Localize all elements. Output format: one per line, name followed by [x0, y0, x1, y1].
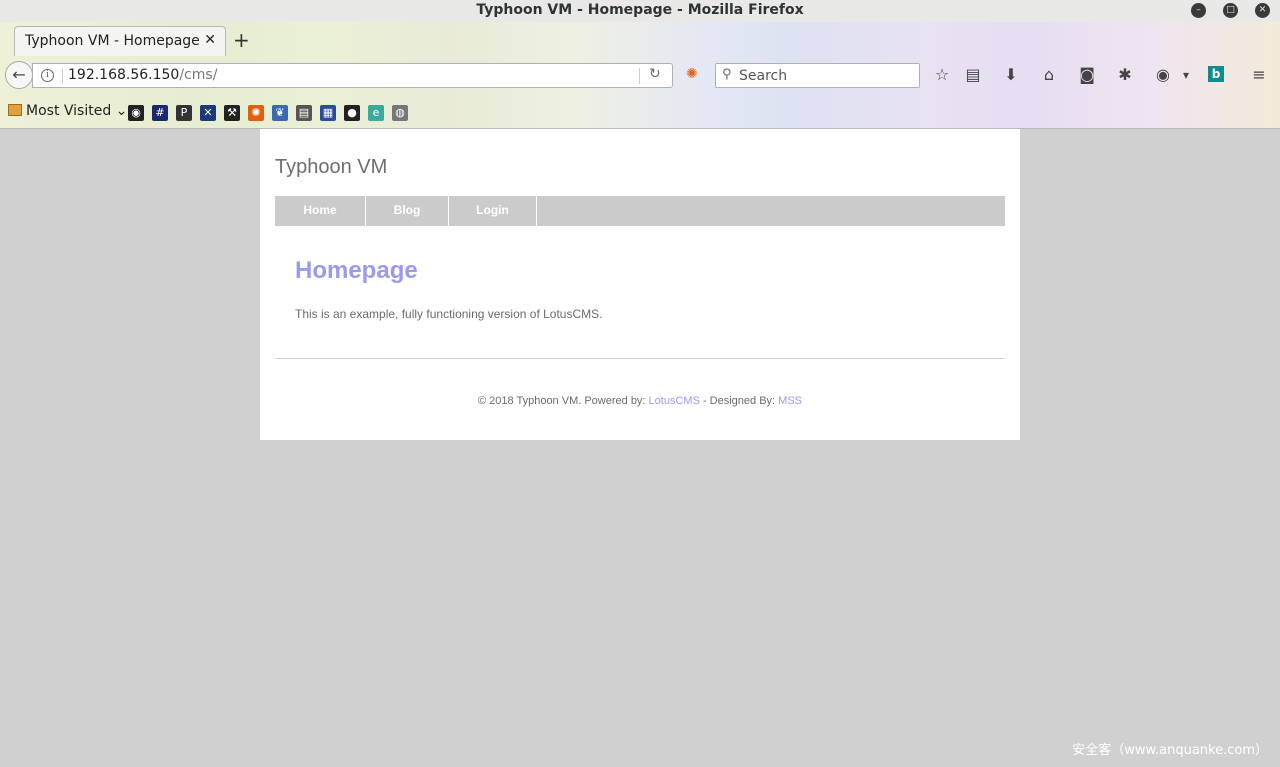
tools-icon[interactable]: ⚒: [224, 105, 240, 121]
url-host: 192.168.56.150: [68, 67, 180, 83]
footer-middle: - Designed By:: [699, 395, 779, 407]
github-icon[interactable]: ●: [344, 105, 360, 121]
dragon-icon[interactable]: ❦: [272, 105, 288, 121]
search-box[interactable]: ⚲: [715, 63, 920, 88]
vpn-icon[interactable]: ◉: [1152, 64, 1174, 86]
exploit-db-icon[interactable]: #: [152, 105, 168, 121]
ghostery-icon[interactable]: e: [368, 105, 384, 121]
home-icon[interactable]: ⌂: [1038, 64, 1060, 86]
globe-icon[interactable]: ◍: [392, 105, 408, 121]
reload-icon[interactable]: ↻: [649, 66, 661, 82]
browser-chrome: Typhoon VM - Homepage ✕ + ← i 192.168.56…: [0, 22, 1280, 129]
nethunter-icon[interactable]: ✕: [200, 105, 216, 121]
bug-icon[interactable]: ✱: [1114, 64, 1136, 86]
url-text[interactable]: 192.168.56.150/cms/: [68, 67, 217, 83]
pocket-icon[interactable]: ◙: [1076, 64, 1098, 86]
search-input[interactable]: [739, 66, 914, 85]
footer-divider: [275, 358, 1005, 359]
pentest-p-icon[interactable]: P: [176, 105, 192, 121]
chevron-down-icon[interactable]: ▾: [1175, 64, 1197, 86]
mss-link[interactable]: MSS: [778, 395, 802, 407]
site-title: Typhoon VM: [275, 156, 388, 178]
reading-list-icon[interactable]: ▤: [962, 64, 984, 86]
navigation-toolbar: ← i 192.168.56.150/cms/ ↻ ✺ ⚲ ☆ ▤ ⬇ ⌂ ◙ …: [0, 56, 1280, 94]
page-body-text: This is an example, fully functioning ve…: [295, 307, 603, 321]
watermark: 安全客（www.anquanke.com）: [1072, 743, 1268, 758]
docs-icon[interactable]: ▤: [296, 105, 312, 121]
map-icon[interactable]: ▦: [320, 105, 336, 121]
most-visited-label: Most Visited: [26, 103, 112, 119]
window-title: Typhoon VM - Homepage - Mozilla Firefox: [476, 2, 804, 18]
url-separator: [62, 68, 63, 84]
maximize-button[interactable]: □: [1223, 3, 1238, 18]
star-icon[interactable]: ☆: [931, 64, 953, 86]
page-container: Typhoon VM Home Blog Login Homepage This…: [260, 129, 1020, 440]
download-icon[interactable]: ⬇: [1000, 64, 1022, 86]
minimize-button[interactable]: –: [1191, 3, 1206, 18]
back-button[interactable]: ←: [5, 61, 33, 89]
chevron-down-icon: ⌄: [115, 103, 128, 119]
page-heading: Homepage: [295, 257, 418, 284]
window-titlebar: Typhoon VM - Homepage - Mozilla Firefox …: [0, 0, 1280, 22]
footer-prefix: © 2018 Typhoon VM. Powered by:: [477, 395, 649, 407]
page-footer: © 2018 Typhoon VM. Powered by: LotusCMS …: [260, 395, 1020, 407]
folder-icon: [8, 104, 22, 116]
search-icon: ⚲: [722, 67, 732, 82]
close-window-button[interactable]: ✕: [1255, 3, 1270, 18]
addon-icon[interactable]: ✺: [686, 66, 698, 82]
bookmarks-toolbar: Most Visited ⌄ ◉ # P ✕ ⚒ ✺ ❦ ▤ ▦ ● e ◍: [0, 94, 1280, 128]
menu-item-blog[interactable]: Blog: [366, 196, 449, 226]
kali-icon[interactable]: ◉: [128, 105, 144, 121]
most-visited-folder[interactable]: Most Visited ⌄: [8, 103, 127, 119]
bing-icon[interactable]: b: [1208, 66, 1224, 82]
firefox-icon[interactable]: ✺: [248, 105, 264, 121]
new-tab-button[interactable]: +: [233, 30, 250, 50]
url-path: /cms/: [179, 67, 218, 83]
menu-item-home[interactable]: Home: [275, 196, 366, 226]
main-menu: Home Blog Login: [275, 196, 1005, 226]
info-icon[interactable]: i: [41, 69, 54, 82]
tab-close-icon[interactable]: ✕: [204, 32, 216, 48]
url-bar[interactable]: i 192.168.56.150/cms/ ↻: [32, 63, 673, 88]
menu-icon[interactable]: ≡: [1248, 64, 1270, 86]
tab-label: Typhoon VM - Homepage: [25, 33, 200, 49]
menu-item-login[interactable]: Login: [449, 196, 537, 226]
lotuscms-link[interactable]: LotusCMS: [649, 395, 700, 407]
tab-homepage[interactable]: Typhoon VM - Homepage ✕: [14, 26, 226, 56]
url-separator-right: [639, 68, 640, 84]
